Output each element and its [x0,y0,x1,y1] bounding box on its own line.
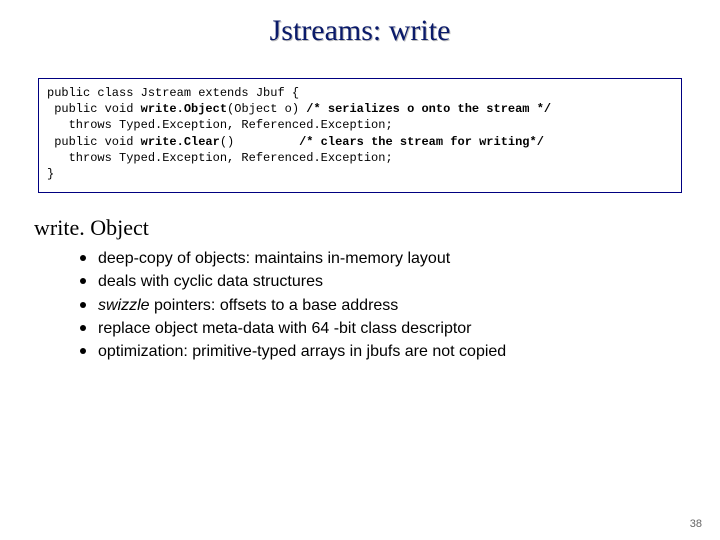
bullet-text-italic: swizzle [98,297,150,314]
bullet-text: replace object meta-data with 64 -bit cl… [98,320,472,337]
code-line-6: } [47,167,54,181]
code-line-3: throws Typed.Exception, Referenced.Excep… [47,118,393,132]
code-line-2c: (Object o) [227,102,306,116]
code-line-4d: /* clears the stream for writing*/ [299,135,544,149]
list-item: optimization: primitive-typed arrays in … [80,340,720,363]
section-heading: write. Object [34,215,720,241]
code-block: public class Jstream extends Jbuf { publ… [38,78,682,193]
bullet-text: optimization: primitive-typed arrays in … [98,343,506,360]
code-line-2b: write.Object [141,102,227,116]
page-number: 38 [690,518,702,530]
bullet-text: deals with cyclic data structures [98,273,323,290]
list-item: swizzle pointers: offsets to a base addr… [80,294,720,317]
bullet-text: pointers: offsets to a base address [150,297,399,314]
code-line-1: public class Jstream extends Jbuf { [47,86,299,100]
code-line-2d: /* serializes o onto the stream */ [306,102,551,116]
list-item: deals with cyclic data structures [80,270,720,293]
code-line-2a: public void [47,102,141,116]
list-item: replace object meta-data with 64 -bit cl… [80,317,720,340]
slide: Jstreams: write public class Jstream ext… [0,0,720,540]
code-line-4c: () [220,135,299,149]
code-line-4b: write.Clear [141,135,220,149]
list-item: deep-copy of objects: maintains in-memor… [80,247,720,270]
code-line-4a: public void [47,135,141,149]
code-line-5: throws Typed.Exception, Referenced.Excep… [47,151,393,165]
bullet-list: deep-copy of objects: maintains in-memor… [80,247,720,363]
slide-title: Jstreams: write [0,0,720,58]
bullet-text: deep-copy of objects: maintains in-memor… [98,250,450,267]
